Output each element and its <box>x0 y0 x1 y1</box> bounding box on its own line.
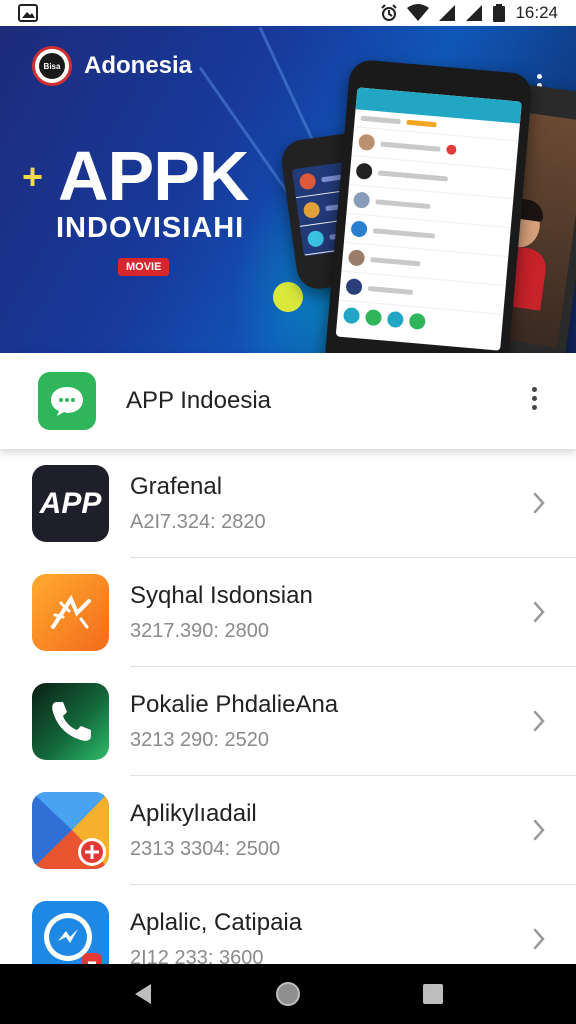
app-meta: 3213 290: 2520 <box>130 729 270 751</box>
phone-icon <box>32 683 109 760</box>
status-bar: 16:24 <box>0 0 576 26</box>
list-item[interactable]: Pokalie PhdalieAna 3213 290: 2520 <box>0 667 576 776</box>
wifi-icon <box>407 4 430 22</box>
chat-bubble-icon <box>38 372 96 430</box>
hero-banner[interactable]: Bisa Adonesia + APPK INDOVISIAHI MOVIE <box>0 26 576 354</box>
brand-logo: Bisa <box>32 46 72 86</box>
app-meta: 3217.390: 2800 <box>130 620 270 642</box>
featured-app-card[interactable]: APP Indoesia <box>0 353 576 449</box>
brand-name: Adonesia <box>84 52 193 79</box>
signal-icon <box>438 4 456 22</box>
home-icon[interactable] <box>268 974 308 1014</box>
banner-tag: MOVIE <box>118 258 170 276</box>
phone-illustration <box>323 58 534 354</box>
decorative-dot <box>273 282 303 312</box>
app-name: Aplikylıadail <box>130 800 257 827</box>
image-icon <box>18 4 38 22</box>
banner-title: APPK <box>58 137 249 215</box>
more-vert-icon[interactable] <box>532 387 537 410</box>
app-name: Pokalie PhdalieAna <box>130 691 339 718</box>
chevron-right-icon <box>532 818 546 847</box>
app-name: Syqhal Isdonsian <box>130 582 313 609</box>
chevron-right-icon <box>532 491 546 520</box>
app-name: Grafenal <box>130 473 223 500</box>
app-name: Aplalic, Catipaia <box>130 909 303 936</box>
status-time: 16:24 <box>515 3 558 22</box>
list-item[interactable]: APP Grafenal A2I7.324: 2820 <box>0 449 576 558</box>
chevron-right-icon <box>532 600 546 629</box>
play-plus-icon <box>32 792 109 869</box>
list-item[interactable]: Aplikylıadail 2313 3304: 2500 <box>0 776 576 885</box>
app-list: APP Grafenal A2I7.324: 2820 Syqhal Isdon… <box>0 449 576 964</box>
recents-icon[interactable] <box>413 974 453 1014</box>
battery-icon <box>492 4 506 22</box>
app-meta: A2I7.324: 2820 <box>130 511 266 533</box>
messenger-icon <box>32 901 109 964</box>
app-logo-icon: APP <box>32 465 109 542</box>
list-item[interactable]: Aplalic, Catipaia 2I12 233: 3600 <box>0 885 576 964</box>
chevron-right-icon <box>532 709 546 738</box>
list-item[interactable]: Syqhal Isdonsian 3217.390: 2800 <box>0 558 576 667</box>
app-meta: 2313 3304: 2500 <box>130 838 281 860</box>
banner-subtitle: INDOVISIAHI <box>56 212 245 244</box>
featured-app-label: APP Indoesia <box>126 387 271 414</box>
spark-icon <box>32 574 109 651</box>
alarm-icon <box>380 4 398 22</box>
plus-icon: + <box>22 156 44 197</box>
app-meta: 2I12 233: 3600 <box>130 947 264 964</box>
back-icon[interactable] <box>123 974 163 1014</box>
signal-icon <box>465 4 483 22</box>
chevron-right-icon <box>532 927 546 956</box>
navigation-bar <box>0 964 576 1024</box>
